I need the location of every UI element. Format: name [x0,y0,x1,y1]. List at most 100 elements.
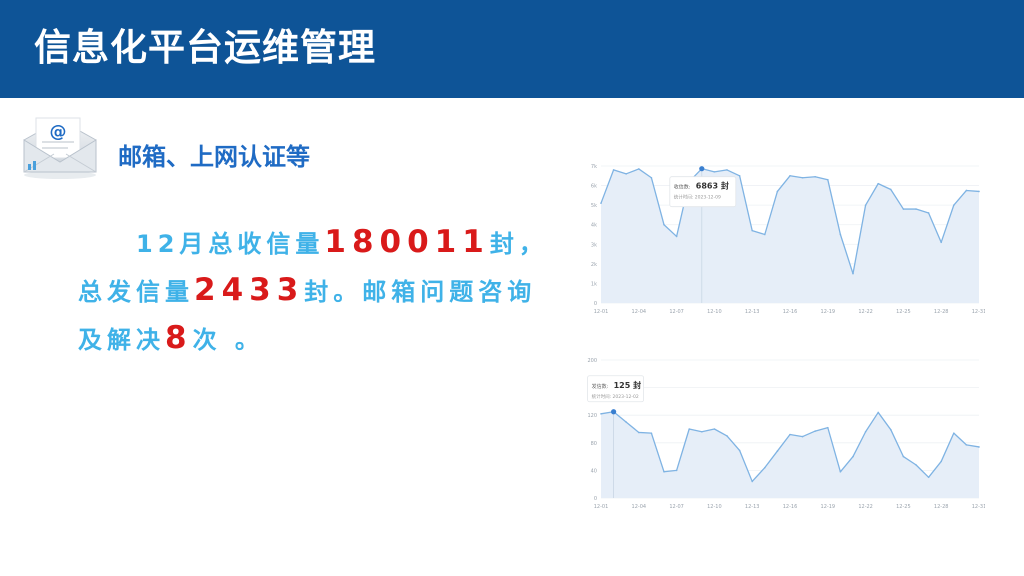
data-point [890,428,892,431]
data-point [764,233,766,236]
header-bar: 信息化平台运维管理 [0,0,1024,98]
y-tick-label: 120 [587,413,597,419]
x-tick-label: 12-13 [745,504,760,510]
data-point [789,174,791,177]
x-tick-label: 12-10 [707,504,722,510]
data-point [965,189,968,192]
section-title: 邮箱、上网认证等 [118,143,310,171]
sent-unit: 封。邮箱问题咨询 [304,278,537,306]
y-tick-label: 7k [591,164,597,170]
data-point [814,175,816,178]
data-point [650,176,653,179]
data-point [650,432,653,434]
issue-label: 及解决 [78,326,165,354]
y-tick-label: 80 [591,441,597,447]
data-point [600,413,602,415]
y-tick-label: 1k [591,281,597,287]
summary-line-2: 总发信量2433封。邮箱问题咨询 [78,266,548,314]
y-tick-label: 3k [591,242,597,248]
x-tick-label: 12-19 [821,309,836,315]
data-point [675,235,678,238]
x-tick-label: 12-28 [934,309,949,315]
data-point [713,171,716,173]
sent-mail-chart: 0408012016020012-0112-0412-0712-1012-131… [585,352,985,516]
received-mail-chart: 0 1k 2k 3k 4k 5k 6k 7k 12-01 12-04 12-07 12-10 12-13… [585,158,985,320]
data-point [864,204,867,206]
received-unit: 封， [489,230,548,258]
x-tick-label: 12-16 [783,309,798,315]
data-point [701,430,703,433]
issue-count: 8 [165,320,193,356]
sent-mail-chart-svg: 0408012016020012-0112-0412-0712-1012-131… [587,358,985,510]
summary-line-1: 12月总收信量180011封， [78,218,548,266]
data-point [625,173,627,175]
y-tick-label: 0 [594,496,597,502]
data-point [915,208,917,210]
x-tick-label: 12-04 [632,504,647,510]
tooltip-value: 6863 封 [696,181,729,191]
tooltip-value: 125 封 [614,380,641,390]
data-point [902,455,905,458]
data-point [927,476,930,479]
data-point [839,233,842,236]
received-mail-chart-svg: 0 1k 2k 3k 4k 5k 6k 7k 12-01 12-04 12-07 12-10 12-13… [591,164,985,315]
y-tick-label: 5k [591,203,597,209]
y-tick-label: 200 [587,358,597,364]
mail-envelope-icon: @ [23,117,97,179]
data-point [688,428,690,430]
data-point [877,411,879,414]
mail-summary-text: 12月总收信量180011封， 总发信量2433封。邮箱问题咨询 及解决8次 。 [78,218,548,362]
y-tick-label: 2k [591,262,597,268]
sent-label: 总发信量 [78,278,194,306]
x-tick-label: 12-25 [896,504,911,510]
data-point [864,430,867,433]
data-point [612,169,615,171]
data-point [663,223,665,226]
received-count: 180011 [324,224,490,260]
summary-line-3: 及解决8次 。 [78,314,548,362]
data-point [600,202,602,204]
y-tick-label: 4k [591,223,597,229]
data-point [965,444,968,446]
data-point [638,168,640,170]
data-point [852,455,854,458]
y-tick-label: 6k [591,184,597,190]
data-point [751,480,753,483]
series-area [601,168,979,303]
x-tick-label: 12-01 [594,309,609,315]
x-tick-label: 12-10 [707,309,722,315]
data-point [978,446,980,448]
tooltip-date-label: 统计时间: 2023-12-09 [674,194,721,201]
x-tick-label: 12-31 [972,309,985,315]
data-point [726,169,728,171]
x-tick-label: 12-19 [821,504,836,510]
data-point [751,229,753,232]
data-point [978,190,980,193]
page-title: 信息化平台运维管理 [34,26,376,69]
data-point [663,470,665,473]
data-point [801,176,804,179]
data-point [940,460,942,463]
x-tick-label: 12-07 [669,504,684,510]
data-point [940,241,942,244]
data-point [726,435,728,437]
data-point [776,190,779,193]
data-point [927,212,930,214]
issue-unit: 次 。 [192,326,264,354]
x-tick-label: 12-04 [632,309,647,315]
tooltip-point[interactable] [611,409,617,415]
data-point [827,426,829,429]
x-tick-label: 12-01 [594,504,609,510]
data-point [890,188,892,191]
received-label: 12月总收信量 [136,230,325,258]
sent-count: 2433 [194,272,305,308]
tooltip-point[interactable] [699,166,705,172]
x-tick-label: 12-25 [896,309,911,315]
data-point [764,466,766,469]
data-point [713,428,716,430]
x-tick-label: 12-22 [858,309,873,315]
data-point [827,178,829,181]
series-area [601,411,979,498]
x-tick-label: 12-16 [783,504,798,510]
tooltip-date-label: 统计时间: 2023-12-02 [592,393,639,400]
